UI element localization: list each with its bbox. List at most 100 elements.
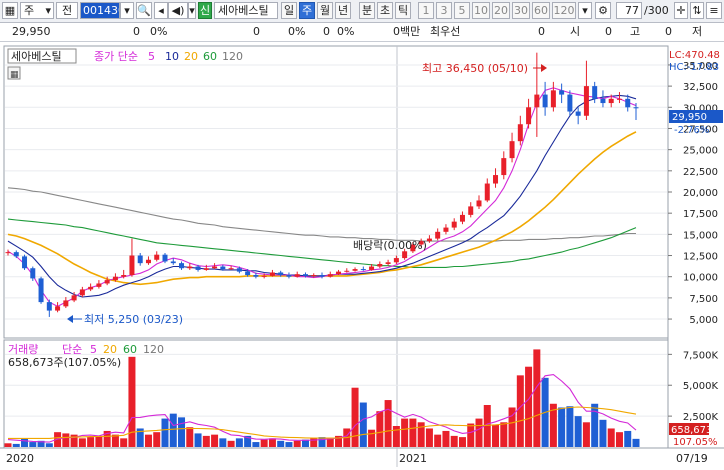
crosshair-icon[interactable]: ✛ — [674, 2, 688, 19]
period-week[interactable]: 주 — [299, 2, 315, 19]
stock-code-input[interactable]: 001430 — [80, 2, 120, 19]
chart-area[interactable]: 35,000 32,500 30,000 27,500 25,000 22,500 20,0… — [0, 42, 724, 467]
candle-body — [104, 280, 110, 284]
candle-body — [30, 268, 36, 279]
candle-body — [195, 266, 201, 270]
volume-bar — [401, 418, 409, 447]
interval-5[interactable]: 5 — [454, 2, 470, 19]
volume-bar — [450, 435, 458, 447]
ma-label: 종가 단순 — [94, 50, 138, 63]
candle-body — [13, 252, 19, 257]
candle-body — [96, 283, 102, 287]
volume-bar — [169, 413, 177, 447]
volume-bar — [624, 430, 632, 447]
volume-tick-label: 7,500K — [683, 350, 719, 361]
candle-body — [129, 255, 135, 276]
count-total: /300 — [644, 4, 669, 17]
candle-body — [517, 124, 523, 142]
x-label-date: 07/19 — [676, 452, 708, 465]
candle-body — [575, 111, 581, 116]
candle-body — [559, 90, 565, 95]
credit-badge[interactable]: 신 — [198, 2, 212, 19]
info-best-label: 최우선 — [430, 25, 461, 38]
volume-bar — [87, 437, 95, 447]
candle-body — [476, 200, 482, 207]
price-tick-label: 32,500 — [683, 82, 718, 93]
volume-bar — [186, 427, 194, 447]
candle-body — [468, 206, 474, 215]
interval-20[interactable]: 20 — [492, 2, 510, 19]
market-select[interactable]: 주 ▾ — [20, 2, 54, 19]
period-second[interactable]: 초 — [377, 2, 393, 19]
stock-name-field[interactable]: 세아베스틸 — [214, 2, 278, 19]
candle-body — [402, 251, 408, 259]
stock-tag: 세아베스틸 — [11, 50, 62, 63]
candle-body — [542, 94, 548, 108]
info-p2: 0% — [288, 25, 306, 38]
x-label-2021: 2021 — [399, 452, 427, 465]
period-year[interactable]: 년 — [335, 2, 351, 19]
period-day[interactable]: 일 — [281, 2, 297, 19]
candle-body — [71, 295, 77, 301]
candle-body — [203, 268, 209, 270]
vol-ma-label: 단순 — [62, 343, 82, 356]
candle-body — [228, 268, 234, 270]
period-month[interactable]: 월 — [317, 2, 333, 19]
menu-icon[interactable]: ≡ — [706, 2, 722, 19]
volume-bar — [12, 443, 20, 447]
volume-bar — [178, 417, 186, 447]
search-icon[interactable]: 🔍 — [136, 2, 152, 19]
period-minute[interactable]: 분 — [359, 2, 375, 19]
interval-120[interactable]: 120 — [552, 2, 576, 19]
chevron-down-icon[interactable]: ▾ — [578, 2, 592, 19]
chevron-down-icon[interactable]: ▾ — [120, 2, 134, 19]
price-tick-label: 5,000 — [689, 315, 718, 326]
prev-icon[interactable]: ◂ — [154, 2, 168, 19]
volume-bar — [574, 416, 582, 447]
candle-body — [302, 274, 308, 276]
candle-body — [583, 86, 589, 116]
period-tick[interactable]: 틱 — [395, 2, 411, 19]
candle-body — [46, 302, 52, 311]
grid-icon[interactable]: ▦ — [2, 2, 18, 19]
volume-bar — [161, 418, 169, 447]
volume-bar — [558, 407, 566, 447]
interval-1[interactable]: 1 — [418, 2, 434, 19]
candle-body — [327, 274, 333, 277]
candle-body — [625, 98, 631, 108]
candle-body — [145, 259, 151, 264]
candle-body — [55, 306, 61, 311]
volume-bar — [442, 430, 450, 447]
count-input[interactable]: 77 — [616, 2, 642, 19]
volume-bar — [227, 440, 235, 447]
volume-bar — [277, 440, 285, 447]
candle-body — [608, 98, 614, 104]
candle-body — [112, 276, 118, 281]
volume-bar — [425, 428, 433, 447]
volume-label: 거래량 — [8, 343, 38, 356]
volume-bar — [260, 439, 268, 447]
interval-60[interactable]: 60 — [532, 2, 550, 19]
volume-axis-ticks: 7,500K 5,000K 2,500K — [668, 350, 718, 423]
ma-period-60: 60 — [203, 50, 217, 63]
stock-chart[interactable]: 35,00032,50030,00027,50025,00022,50020,0… — [0, 42, 724, 467]
info-p3: 0% — [337, 25, 355, 38]
candle-body — [187, 266, 193, 269]
interval-3[interactable]: 3 — [436, 2, 452, 19]
settings-icon[interactable]: ⚙ — [595, 2, 611, 19]
interval-10[interactable]: 10 — [472, 2, 490, 19]
volume-bar — [525, 366, 533, 447]
chart-type-icon[interactable]: ⇅ — [690, 2, 704, 19]
vol-ma-60: 60 — [123, 343, 137, 356]
low-annotation: 최저 5,250 (03/23) — [84, 313, 183, 326]
sound-icon[interactable]: ◀) — [168, 2, 188, 19]
candle-body — [369, 266, 375, 270]
info-v6: 0 — [605, 25, 612, 38]
volume-bar — [632, 438, 640, 447]
type-button[interactable]: 전 — [56, 2, 78, 19]
candle-body — [501, 158, 507, 176]
candle-body — [137, 255, 143, 264]
chevron-down-icon[interactable]: ▾ — [188, 2, 196, 19]
price-tick-label: 20,000 — [683, 188, 718, 199]
interval-30[interactable]: 30 — [512, 2, 530, 19]
